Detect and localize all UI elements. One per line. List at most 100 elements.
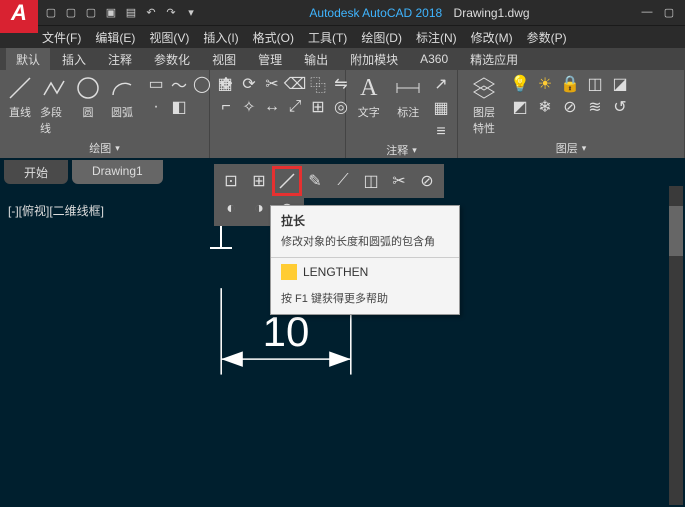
scale-icon[interactable]: ⤢: [285, 97, 305, 117]
panel-layers-label[interactable]: 图层: [556, 140, 578, 156]
open-icon[interactable]: ▢: [62, 4, 80, 22]
mod-tool-4[interactable]: ✎: [302, 168, 328, 194]
move-icon[interactable]: ✥: [216, 74, 236, 94]
scrollbar-thumb[interactable]: [669, 206, 683, 256]
ribbon-tabs: 默认 插入 注释 参数化 视图 管理 输出 附加模块 A360 精选应用: [0, 48, 685, 70]
region-icon[interactable]: ◧: [169, 97, 189, 117]
tab-insert[interactable]: 插入: [52, 48, 96, 71]
polyline-icon: [40, 74, 68, 102]
undo-icon[interactable]: ↶: [142, 4, 160, 22]
erase-icon[interactable]: ⌫: [285, 74, 305, 94]
mod-tool-9[interactable]: ◐: [218, 196, 244, 222]
color-icon[interactable]: ◫: [585, 74, 605, 94]
mod-tool-1[interactable]: ⊡: [218, 168, 244, 194]
tab-featured[interactable]: 精选应用: [460, 48, 528, 71]
stretch-icon[interactable]: ↔: [262, 97, 282, 117]
tooltip-description: 修改对象的长度和圆弧的包含角: [271, 231, 459, 257]
mod-tool-2[interactable]: ⊞: [246, 168, 272, 194]
circle-icon: [74, 74, 102, 102]
chevron-down-icon[interactable]: ▾: [412, 145, 417, 156]
mod-tool-10[interactable]: ◑: [246, 196, 272, 222]
tab-default[interactable]: 默认: [6, 48, 50, 71]
document-name: Drawing1.dwg: [454, 6, 530, 20]
viewport-label[interactable]: [-][俯视][二维线框]: [8, 202, 104, 219]
text-icon: A: [355, 74, 383, 102]
new-icon[interactable]: ▢: [42, 4, 60, 22]
bulb-icon[interactable]: 💡: [510, 74, 530, 94]
point-icon[interactable]: ·: [146, 97, 166, 117]
layer-match-icon[interactable]: ≋: [585, 97, 605, 117]
command-icon: [281, 264, 297, 280]
layer-prev-icon[interactable]: ↺: [610, 97, 630, 117]
text-button[interactable]: A 文字: [352, 74, 386, 120]
chevron-down-icon[interactable]: ▾: [582, 143, 587, 154]
save-icon[interactable]: ▢: [82, 4, 100, 22]
tab-drawing1[interactable]: Drawing1: [72, 160, 163, 184]
panel-layers: 图层 特性 💡 ☀ 🔒 ◫ ◪ ◩ ❄ ⊘ ≋ ↺ 图层 ▾: [458, 70, 685, 158]
command-name: LENGTHEN: [303, 265, 368, 279]
line-button[interactable]: 直线: [6, 74, 34, 120]
explode-icon[interactable]: ✧: [239, 97, 259, 117]
copy-icon[interactable]: ⿻: [308, 74, 328, 94]
tab-annotate[interactable]: 注释: [98, 48, 142, 71]
table-icon[interactable]: ▦: [431, 98, 451, 118]
menu-dimension[interactable]: 标注(N): [416, 29, 457, 46]
layer-off-icon[interactable]: ⊘: [560, 97, 580, 117]
layer-properties-button[interactable]: 图层 特性: [464, 74, 504, 136]
menu-edit[interactable]: 编辑(E): [95, 29, 135, 46]
lengthen-button[interactable]: [274, 168, 300, 194]
tab-output[interactable]: 输出: [294, 48, 338, 71]
circle-button[interactable]: 圆: [74, 74, 102, 120]
sun-icon[interactable]: ☀: [535, 74, 555, 94]
menu-insert[interactable]: 插入(I): [203, 29, 238, 46]
ellipse-icon[interactable]: ◯: [192, 74, 212, 94]
tab-view[interactable]: 视图: [202, 48, 246, 71]
mod-tool-5[interactable]: ⟋: [330, 168, 356, 194]
trim-icon[interactable]: ✂: [262, 74, 282, 94]
menu-parametric[interactable]: 参数(P): [527, 29, 567, 46]
tab-start[interactable]: 开始: [4, 160, 68, 184]
panel-annotation-label[interactable]: 注释: [386, 142, 408, 158]
fillet-icon[interactable]: ⌐: [216, 97, 236, 117]
maximize-icon[interactable]: ▢: [661, 6, 677, 19]
layer-freeze-icon[interactable]: ❄: [535, 97, 555, 117]
minimize-icon[interactable]: —: [639, 6, 655, 19]
menu-draw[interactable]: 绘图(D): [361, 29, 402, 46]
print-icon[interactable]: ▤: [122, 4, 140, 22]
layer-state-icon[interactable]: ◪: [610, 74, 630, 94]
mod-tool-6[interactable]: ◫: [358, 168, 384, 194]
tab-a360[interactable]: A360: [410, 49, 458, 69]
menu-format[interactable]: 格式(O): [253, 29, 294, 46]
menu-tools[interactable]: 工具(T): [308, 29, 347, 46]
layer-iso-icon[interactable]: ◩: [510, 97, 530, 117]
rotate-icon[interactable]: ⟳: [239, 74, 259, 94]
app-menu-button[interactable]: A: [0, 0, 38, 33]
dimension-button[interactable]: 标注: [392, 74, 426, 120]
chevron-down-icon[interactable]: ▾: [115, 143, 120, 154]
lock-icon[interactable]: 🔒: [560, 74, 580, 94]
tooltip: 拉长 修改对象的长度和圆弧的包含角 LENGTHEN 按 F1 键获得更多帮助: [270, 205, 460, 315]
redo-icon[interactable]: ↷: [162, 4, 180, 22]
array-icon[interactable]: ⊞: [308, 97, 328, 117]
saveas-icon[interactable]: ▣: [102, 4, 120, 22]
vertical-scrollbar[interactable]: [669, 186, 683, 505]
mtext-icon[interactable]: ≡: [431, 122, 451, 142]
polyline-button[interactable]: 多段线: [40, 74, 68, 136]
leader-icon[interactable]: ↗: [431, 74, 451, 94]
menu-view[interactable]: 视图(V): [149, 29, 189, 46]
mod-tool-7[interactable]: ✂: [386, 168, 412, 194]
dimension-value: 10: [192, 308, 380, 356]
mod-tool-8[interactable]: ⊘: [414, 168, 440, 194]
qat-dropdown-icon[interactable]: ▾: [182, 4, 200, 22]
tooltip-title: 拉长: [271, 206, 459, 231]
panel-draw-label[interactable]: 绘图: [89, 140, 111, 156]
menu-modify[interactable]: 修改(M): [471, 29, 513, 46]
tab-addins[interactable]: 附加模块: [340, 48, 408, 71]
tab-manage[interactable]: 管理: [248, 48, 292, 71]
spline-icon[interactable]: 〜: [169, 74, 189, 94]
marker-icon: [206, 226, 236, 256]
tab-parametric[interactable]: 参数化: [144, 48, 200, 71]
arc-button[interactable]: 圆弧: [108, 74, 136, 120]
rectangle-icon[interactable]: ▭: [146, 74, 166, 94]
menu-file[interactable]: 文件(F): [42, 29, 81, 46]
